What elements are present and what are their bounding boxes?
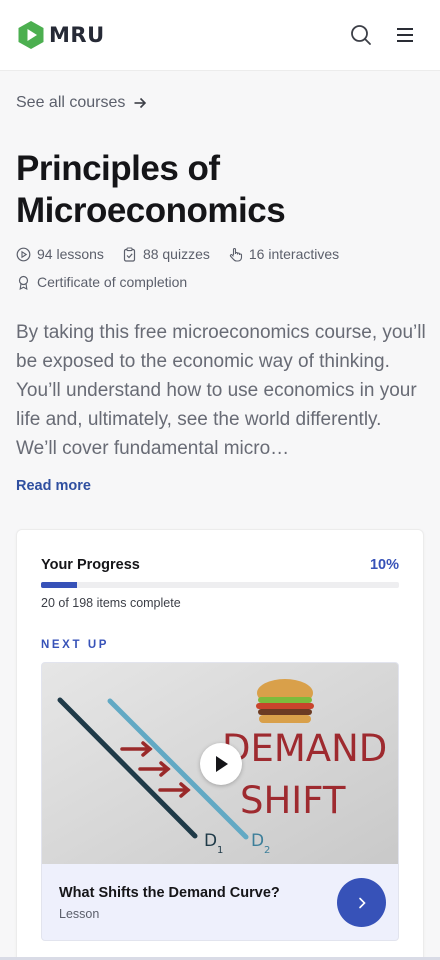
arrow-right-icon — [134, 97, 147, 109]
curve-label-d1: D — [204, 831, 217, 851]
progress-label: Your Progress — [41, 557, 140, 573]
thumbnail-shift-text: SHIFT — [240, 779, 346, 822]
quizzes-count: 88 quizzes — [142, 246, 210, 262]
award-ribbon-icon — [18, 275, 29, 290]
pointer-hand-icon — [229, 247, 242, 262]
certificate-text: Certificate of completion — [37, 274, 188, 290]
progress-bar-fill — [41, 582, 77, 588]
progress-percent: 10% — [369, 557, 399, 573]
see-all-courses-label: See all courses — [16, 94, 126, 111]
play-icon — [216, 756, 228, 772]
start-lesson-button[interactable] — [337, 878, 386, 927]
search-icon[interactable] — [348, 22, 374, 48]
play-circle-icon — [16, 247, 31, 261]
next-lesson-type: Lesson — [59, 907, 100, 921]
quizzes-stat: 88 quizzes — [122, 246, 210, 262]
thumbnail-demand-text: DEMAND — [222, 727, 387, 770]
interactives-stat: 16 interactives — [228, 246, 339, 262]
lessons-count: 94 lessons — [37, 246, 104, 262]
play-button[interactable] — [200, 743, 242, 785]
clipboard-check-icon — [123, 246, 136, 262]
certificate-stat: Certificate of completion — [16, 274, 187, 290]
next-up-heading: NEXT UP — [41, 639, 110, 651]
interactives-count: 16 interactives — [248, 246, 340, 262]
logo-text: MRU — [49, 23, 105, 47]
certificate-row: Certificate of completion — [16, 274, 205, 290]
read-more-link[interactable]: Read more — [16, 478, 91, 494]
progress-count: 20 of 198 items complete — [41, 596, 181, 610]
progress-bar — [41, 582, 399, 588]
course-stats: 94 lessons 88 quizzes 16 interactives — [16, 246, 357, 262]
next-lesson-card[interactable]: DEMAND SHIFT D 1 D 2 What Shifts the Dem… — [41, 662, 399, 941]
curve-sub-2: 2 — [264, 845, 270, 856]
lessons-stat: 94 lessons — [16, 246, 104, 262]
hamburger-menu-icon[interactable] — [392, 22, 418, 48]
curve-label-d2: D — [251, 831, 264, 851]
see-all-courses-link[interactable]: See all courses — [16, 94, 147, 112]
mru-logo[interactable]: MRU — [16, 20, 105, 50]
course-description: By taking this free microeconomics cours… — [16, 322, 426, 459]
chevron-right-icon — [358, 897, 366, 908]
top-header: MRU — [0, 0, 440, 71]
curve-sub-1: 1 — [217, 845, 223, 856]
course-title: Principles of Microeconomics — [16, 149, 286, 230]
progress-card: Your Progress 10% 20 of 198 items comple… — [16, 529, 424, 960]
next-lesson-title: What Shifts the Demand Curve? — [59, 885, 280, 901]
lesson-thumbnail[interactable]: DEMAND SHIFT D 1 D 2 — [42, 663, 398, 864]
logo-hexagon-play-icon — [18, 21, 44, 49]
